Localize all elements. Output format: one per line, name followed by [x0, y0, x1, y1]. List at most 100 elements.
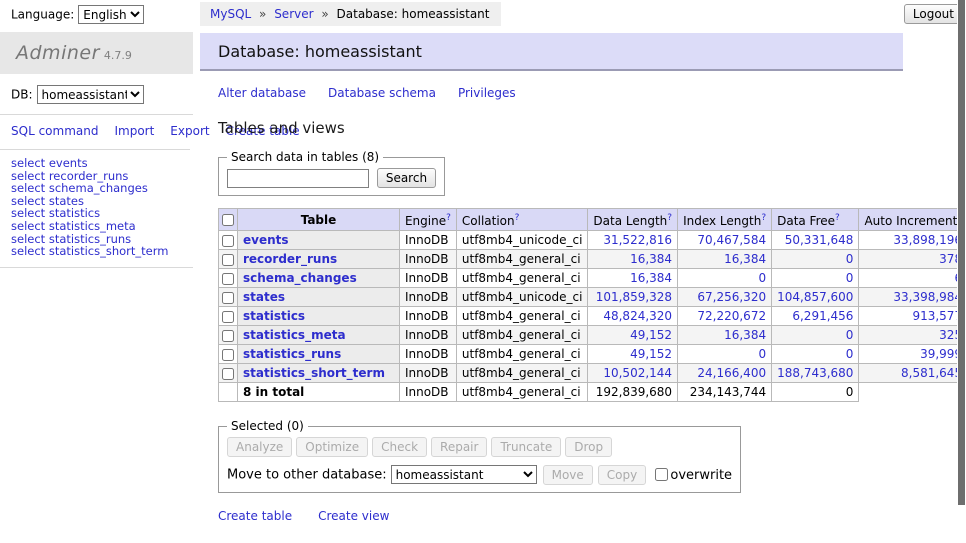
auto-increment-cell[interactable]: 39,999: [859, 345, 966, 364]
table-name-cell: recorder_runs: [238, 250, 400, 269]
row-checkbox[interactable]: [222, 254, 234, 266]
row-checkbox[interactable]: [222, 311, 234, 323]
data-free-cell[interactable]: 50,331,648: [772, 231, 859, 250]
engine-cell: InnoDB: [399, 364, 456, 383]
privileges-link[interactable]: Privileges: [458, 86, 516, 100]
row-checkbox[interactable]: [222, 292, 234, 304]
help-link-collation[interactable]: ?: [515, 213, 520, 223]
auto-increment-cell[interactable]: 33,398,984: [859, 288, 966, 307]
table-row: recorder_runsInnoDButf8mb4_general_ci16,…: [219, 250, 966, 269]
auto-increment-cell[interactable]: 378: [859, 250, 966, 269]
auto-increment-cell[interactable]: 325: [859, 326, 966, 345]
index-length-cell[interactable]: 0: [678, 345, 772, 364]
repair-button[interactable]: Repair: [431, 437, 487, 457]
table-row: statistics_metaInnoDButf8mb4_general_ci4…: [219, 326, 966, 345]
sidebar-action-import[interactable]: Import: [114, 124, 154, 138]
logout-button[interactable]: Logout: [904, 4, 963, 24]
index-length-cell[interactable]: 67,256,320: [678, 288, 772, 307]
column-label: Auto Increment: [864, 214, 957, 228]
alter-database-link[interactable]: Alter database: [218, 86, 306, 100]
index-length-cell[interactable]: 0: [678, 269, 772, 288]
drop-button[interactable]: Drop: [565, 437, 612, 457]
row-checkbox[interactable]: [222, 330, 234, 342]
data-length-cell[interactable]: 16,384: [588, 250, 678, 269]
data-length-cell[interactable]: 10,502,144: [588, 364, 678, 383]
auto-increment-cell[interactable]: 33,898,196: [859, 231, 966, 250]
auto-increment-cell[interactable]: 6: [859, 269, 966, 288]
check-button[interactable]: Check: [372, 437, 427, 457]
data-length-cell[interactable]: 48,824,320: [588, 307, 678, 326]
analyze-button[interactable]: Analyze: [227, 437, 292, 457]
search-input[interactable]: [227, 169, 369, 188]
table-link-events[interactable]: events: [243, 233, 289, 247]
row-checkbox[interactable]: [222, 349, 234, 361]
table-name-cell: events: [238, 231, 400, 250]
breadcrumb-link-mysql[interactable]: MySQL: [210, 7, 251, 21]
row-checkbox[interactable]: [222, 368, 234, 380]
database-schema-link[interactable]: Database schema: [328, 86, 436, 100]
engine-cell: InnoDB: [399, 345, 456, 364]
move-db-select[interactable]: homeassistant: [391, 465, 537, 484]
move-row: Move to other database:homeassistantMove…: [227, 465, 732, 485]
table-link-states[interactable]: states: [243, 290, 285, 304]
row-checkbox[interactable]: [222, 273, 234, 285]
search-button[interactable]: Search: [377, 168, 436, 188]
select-all-checkbox[interactable]: [222, 214, 234, 226]
help-link-data-free[interactable]: ?: [835, 213, 840, 223]
table-link-statistics[interactable]: statistics: [243, 309, 305, 323]
data-length-cell[interactable]: 101,859,328: [588, 288, 678, 307]
data-free-cell[interactable]: 0: [772, 345, 859, 364]
selected-buttons: AnalyzeOptimizeCheckRepairTruncateDrop: [227, 437, 732, 457]
breadcrumb-separator: »: [318, 7, 333, 21]
index-length-cell[interactable]: 24,166,400: [678, 364, 772, 383]
optimize-button[interactable]: Optimize: [296, 437, 368, 457]
collation-cell: utf8mb4_general_ci: [456, 345, 588, 364]
truncate-button[interactable]: Truncate: [491, 437, 561, 457]
index-length-cell[interactable]: 16,384: [678, 326, 772, 345]
sidebar-select-statistics-meta[interactable]: select statistics_meta: [11, 220, 193, 233]
auto-increment-cell[interactable]: 913,577: [859, 307, 966, 326]
data-free-cell[interactable]: 0: [772, 269, 859, 288]
data-free-cell[interactable]: 0: [772, 326, 859, 345]
total-row: 8 in totalInnoDButf8mb4_general_ci192,83…: [219, 383, 966, 402]
engine-cell: InnoDB: [399, 326, 456, 345]
help-link-data-length[interactable]: ?: [667, 213, 672, 223]
data-length-cell[interactable]: 16,384: [588, 269, 678, 288]
sidebar-select-events[interactable]: select events: [11, 157, 193, 170]
help-link-index-length[interactable]: ?: [761, 213, 766, 223]
table-name-cell: schema_changes: [238, 269, 400, 288]
auto-increment-cell[interactable]: 8,581,645: [859, 364, 966, 383]
language-select[interactable]: English: [78, 5, 144, 24]
index-length-cell[interactable]: 70,467,584: [678, 231, 772, 250]
sidebar-action-sql-command[interactable]: SQL command: [11, 124, 98, 138]
tables-list: TableEngine?Collation?Data Length?Index …: [218, 208, 966, 402]
breadcrumb-link-server[interactable]: Server: [274, 7, 313, 21]
move-button[interactable]: Move: [543, 465, 593, 485]
data-length-cell[interactable]: 31,522,816: [588, 231, 678, 250]
sidebar-select-statistics-short-term[interactable]: select statistics_short_term: [11, 245, 193, 258]
table-link-statistics-short-term[interactable]: statistics_short_term: [243, 366, 385, 380]
collation-cell: utf8mb4_general_ci: [456, 250, 588, 269]
data-free-cell[interactable]: 188,743,680: [772, 364, 859, 383]
table-link-statistics-runs[interactable]: statistics_runs: [243, 347, 341, 361]
overwrite-checkbox[interactable]: [655, 468, 668, 481]
db-select[interactable]: homeassistant: [37, 85, 144, 104]
table-link-recorder-runs[interactable]: recorder_runs: [243, 252, 337, 266]
brand-name: Adminer: [16, 42, 100, 64]
index-length-cell[interactable]: 72,220,672: [678, 307, 772, 326]
data-free-cell[interactable]: 6,291,456: [772, 307, 859, 326]
table-link-schema-changes[interactable]: schema_changes: [243, 271, 357, 285]
index-length-cell[interactable]: 16,384: [678, 250, 772, 269]
table-link-statistics-meta[interactable]: statistics_meta: [243, 328, 346, 342]
data-free-cell[interactable]: 104,857,600: [772, 288, 859, 307]
data-free-cell[interactable]: 0: [772, 250, 859, 269]
row-checkbox[interactable]: [222, 235, 234, 247]
data-length-cell[interactable]: 49,152: [588, 345, 678, 364]
create-view-link[interactable]: Create view: [318, 509, 389, 523]
copy-button[interactable]: Copy: [598, 465, 646, 485]
scrollbar-thumb[interactable]: [958, 0, 965, 505]
data-length-cell[interactable]: 49,152: [588, 326, 678, 345]
sidebar-select-schema-changes[interactable]: select schema_changes: [11, 182, 193, 195]
create-table-link[interactable]: Create table: [218, 509, 292, 523]
help-link-engine[interactable]: ?: [446, 213, 451, 223]
